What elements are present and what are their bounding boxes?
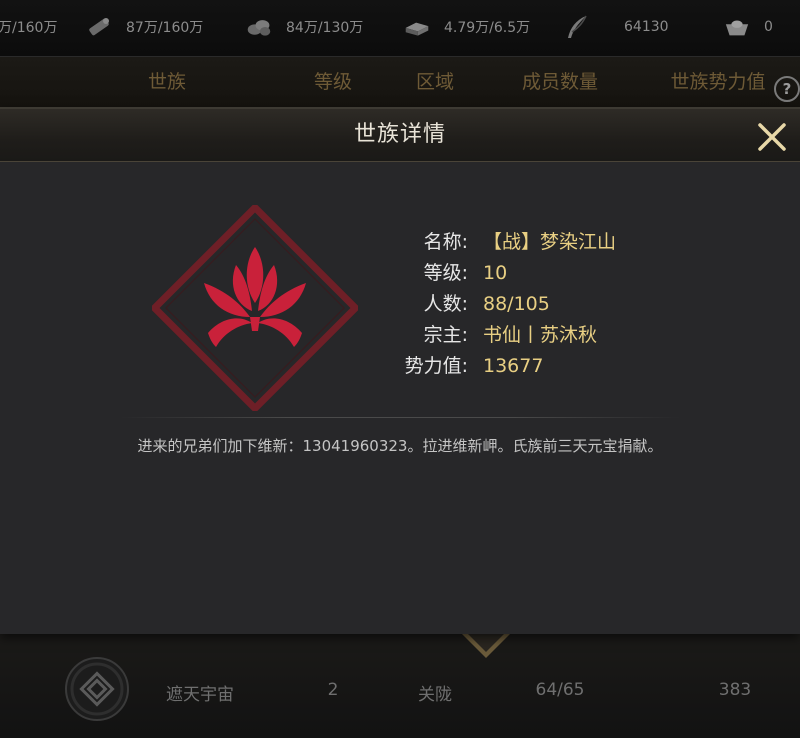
clan-badge-icon	[65, 657, 129, 721]
resource-value: 万/160万	[0, 20, 58, 36]
info-row-power: 势力值: 13677	[380, 351, 760, 382]
resource-bar: 万/160万 87万/160万 84万/130万 4.79万/6.5万 6413…	[0, 0, 800, 57]
feather-icon	[564, 14, 590, 40]
stone-icon	[246, 14, 272, 40]
iron-icon	[404, 14, 430, 40]
info-label: 人数:	[423, 293, 468, 315]
row-power: 383	[718, 680, 752, 700]
resource-value: 64130	[624, 19, 669, 35]
resource-value: 87万/160万	[126, 20, 204, 36]
info-label: 名称:	[423, 231, 468, 253]
resource-value: 0	[764, 19, 773, 35]
row-clan-name: 遮天宇宙	[166, 685, 234, 705]
clan-table-header: 世族 等级 区域 成员数量 世族势力值	[0, 57, 800, 107]
ingot-icon	[724, 14, 750, 40]
resource-ingot: 0	[724, 14, 773, 40]
resource-wood: 87万/160万	[86, 14, 203, 40]
info-row-name: 名称: 【战】梦染江山	[380, 227, 760, 258]
chevron-down-icon	[462, 634, 510, 658]
close-button[interactable]	[752, 117, 792, 157]
info-value: 10	[483, 262, 508, 284]
help-icon[interactable]: ?	[774, 76, 800, 102]
wood-icon	[86, 14, 112, 40]
clan-emblem-icon	[152, 205, 358, 411]
info-value: 【战】梦染江山	[483, 231, 617, 253]
clan-announcement: 进来的兄弟们加下维新：13041960323。拉进维新岬。氏族前三天元宝捐献。	[137, 437, 663, 455]
close-icon	[758, 123, 786, 151]
info-row-leader: 宗主: 书仙丨苏沐秋	[380, 320, 760, 351]
row-level: 2	[327, 680, 339, 700]
resource-feather: 64130	[564, 14, 669, 40]
info-label: 势力值:	[404, 355, 468, 377]
info-row-members: 人数: 88/105	[380, 289, 760, 320]
resource-iron: 4.79万/6.5万	[404, 14, 530, 40]
dialog-title: 世族详情	[353, 122, 446, 147]
resource-value: 84万/130万	[286, 20, 364, 36]
header-members: 成员数量	[521, 71, 599, 93]
resource-stone: 84万/130万	[246, 14, 363, 40]
info-label: 宗主:	[423, 324, 468, 346]
clan-detail-dialog: 世族详情 名称: 【战】梦染江山 等级: 10 人数: 88/105 宗主: 书…	[0, 107, 800, 634]
row-members: 64/65	[535, 680, 585, 700]
resource-scroll: 万/160万	[0, 14, 57, 40]
divider	[120, 417, 680, 418]
header-power: 世族势力值	[670, 71, 766, 93]
info-row-level: 等级: 10	[380, 258, 760, 289]
dialog-header: 世族详情	[0, 107, 800, 162]
row-region: 关陇	[418, 685, 452, 705]
info-value: 13677	[483, 355, 544, 377]
header-clan: 世族	[147, 71, 187, 93]
clan-info: 名称: 【战】梦染江山 等级: 10 人数: 88/105 宗主: 书仙丨苏沐秋…	[380, 227, 760, 382]
info-value: 书仙丨苏沐秋	[483, 324, 598, 346]
header-region: 区域	[415, 71, 455, 93]
header-level: 等级	[313, 71, 353, 93]
clan-list-row[interactable]: 遮天宇宙 2 关陇 64/65 383	[0, 634, 800, 738]
info-label: 等级:	[423, 262, 468, 284]
resource-value: 4.79万/6.5万	[444, 20, 531, 36]
info-value: 88/105	[483, 293, 550, 315]
